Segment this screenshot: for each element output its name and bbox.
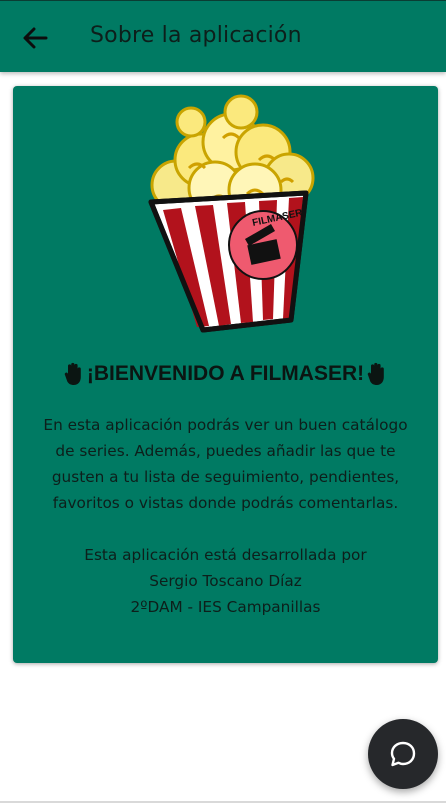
welcome-heading: ¡BIENVENIDO A FILMASER! <box>13 362 438 386</box>
arrow-left-icon <box>23 27 48 49</box>
about-card: FILMASER ¡BIENVENIDO A FILMASER! En esta… <box>13 86 438 663</box>
author-name: Sergio Toscano Díaz <box>149 572 302 590</box>
back-button[interactable] <box>16 21 54 55</box>
credits: Esta aplicación está desarrollada por Se… <box>35 542 416 620</box>
chat-bubble-icon <box>390 741 416 767</box>
popcorn-logo: FILMASER <box>148 94 315 333</box>
raised-hand-icon <box>64 362 81 385</box>
author-school: 2ºDAM - IES Campanillas <box>130 598 321 616</box>
chat-button[interactable] <box>368 719 438 789</box>
app-description: En esta aplicación podrás ver un buen ca… <box>43 416 408 512</box>
app-bar: Sobre la aplicación <box>0 0 446 72</box>
page-title: Sobre la aplicación <box>90 23 302 48</box>
welcome-text: ¡BIENVENIDO A FILMASER! <box>86 362 365 385</box>
credits-line: Esta aplicación está desarrollada por <box>84 546 367 564</box>
raised-hand-icon <box>367 362 384 385</box>
